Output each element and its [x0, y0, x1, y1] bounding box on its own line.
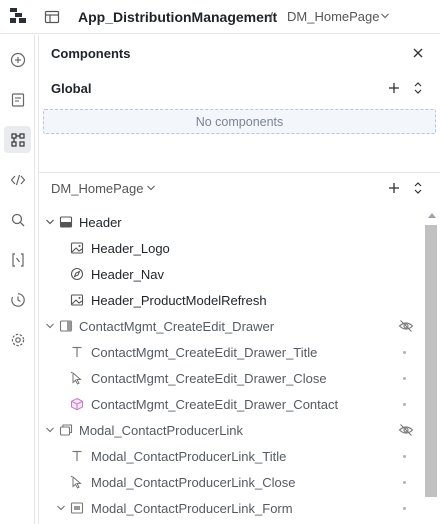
- tree-item-modal-close[interactable]: Modal_ContactProducerLink_Close: [39, 469, 423, 495]
- chevron-down-icon[interactable]: [146, 183, 156, 193]
- add-global-icon[interactable]: [388, 82, 400, 94]
- section-divider: [39, 172, 440, 173]
- app-logo-icon[interactable]: [9, 7, 27, 25]
- tree-item-header-productmodelrefresh[interactable]: Header_ProductModelRefresh: [39, 287, 423, 313]
- scrollbar-thumb[interactable]: [425, 225, 437, 497]
- text-icon: [72, 450, 82, 461]
- add-component-icon[interactable]: [388, 182, 400, 194]
- components-tree-icon[interactable]: [4, 126, 31, 153]
- tree-item-drawer-contact[interactable]: ContactMgmt_CreateEdit_Drawer_Contact: [39, 391, 423, 417]
- tree-item-label: Header_ProductModelRefresh: [91, 293, 267, 308]
- tree-item-label: Header: [79, 215, 122, 230]
- tree-item-label: ContactMgmt_CreateEdit_Drawer_Close: [91, 371, 327, 386]
- tree-item-header-nav[interactable]: Header_Nav: [39, 261, 423, 287]
- sort-icon[interactable]: [413, 181, 423, 195]
- chevron-down-icon[interactable]: [45, 217, 55, 227]
- page-selector[interactable]: DM_HomePage: [51, 181, 144, 196]
- tree-item-contactmgmt-drawer[interactable]: ContactMgmt_CreateEdit_Drawer: [39, 313, 423, 339]
- sort-icon[interactable]: [413, 81, 423, 95]
- header-icon: [59, 216, 73, 228]
- image-icon: [70, 242, 84, 254]
- chevron-down-icon[interactable]: [56, 503, 66, 513]
- variables-icon[interactable]: [4, 246, 31, 273]
- form-icon: [70, 502, 84, 514]
- chevron-down-icon[interactable]: [380, 11, 390, 21]
- eye-off-icon[interactable]: [398, 319, 414, 333]
- tree-item-label: Modal_ContactProducerLink_Close: [91, 475, 296, 490]
- breadcrumb-separator: /: [269, 9, 273, 25]
- text-icon: [72, 346, 82, 357]
- drawer-icon: [59, 320, 73, 332]
- history-icon[interactable]: [4, 286, 31, 313]
- modal-icon: [59, 424, 73, 436]
- tree-item-label: Modal_ContactProducerLink: [79, 423, 244, 438]
- settings-icon[interactable]: [4, 326, 31, 353]
- empty-text: No components: [195, 114, 284, 129]
- add-circle-icon[interactable]: [4, 46, 31, 73]
- tree-item-header-logo[interactable]: Header_Logo: [39, 235, 423, 261]
- page-name[interactable]: DM_HomePage: [287, 9, 380, 24]
- tree-item-label: ContactMgmt_CreateEdit_Drawer_Contact: [91, 397, 339, 412]
- tree-item-label: Header_Logo: [91, 241, 170, 256]
- tree-item-modal-title[interactable]: Modal_ContactProducerLink_Title: [39, 443, 423, 469]
- more-dot-icon[interactable]: [403, 507, 406, 510]
- components-panel: Components Global No components DM_HomeP…: [38, 35, 440, 524]
- image-icon: [70, 294, 84, 306]
- global-empty-state: No components: [43, 109, 436, 134]
- more-dot-icon[interactable]: [403, 455, 406, 458]
- chevron-down-icon[interactable]: [45, 425, 55, 435]
- top-bar: App_DistributionManagement / DM_HomePage: [0, 0, 440, 34]
- more-dot-icon[interactable]: [403, 351, 406, 354]
- side-rail: [0, 35, 35, 524]
- compass-icon: [70, 267, 84, 281]
- more-dot-icon[interactable]: [403, 377, 406, 380]
- more-dot-icon[interactable]: [403, 403, 406, 406]
- layout-icon[interactable]: [44, 9, 60, 25]
- tree-item-label: ContactMgmt_CreateEdit_Drawer: [79, 319, 275, 334]
- tree-item-modal-contactproducerlink[interactable]: Modal_ContactProducerLink: [39, 417, 423, 443]
- code-icon[interactable]: [4, 166, 31, 193]
- search-icon[interactable]: [4, 206, 31, 233]
- global-section-title: Global: [51, 81, 92, 96]
- tree-item-label: Header_Nav: [91, 267, 164, 282]
- eye-off-icon[interactable]: [398, 423, 414, 437]
- tree-item-label: Modal_ContactProducerLink_Form: [91, 501, 293, 516]
- tree-item-header[interactable]: Header: [39, 209, 423, 235]
- pointer-icon: [70, 475, 82, 489]
- tree-item-label: Modal_ContactProducerLink_Title: [91, 449, 287, 464]
- tree-item-drawer-close[interactable]: ContactMgmt_CreateEdit_Drawer_Close: [39, 365, 423, 391]
- pointer-icon: [70, 371, 82, 385]
- tree-scrollbar[interactable]: [425, 209, 437, 524]
- cube-icon: [71, 397, 83, 411]
- tree-item-label: ContactMgmt_CreateEdit_Drawer_Title: [91, 345, 318, 360]
- app-name[interactable]: App_DistributionManagement: [78, 9, 277, 25]
- tree-item-modal-form[interactable]: Modal_ContactProducerLink_Form: [39, 495, 423, 521]
- more-dot-icon[interactable]: [403, 481, 406, 484]
- scroll-up-arrow-icon[interactable]: [428, 213, 436, 218]
- chevron-down-icon[interactable]: [45, 321, 55, 331]
- tree-item-drawer-title[interactable]: ContactMgmt_CreateEdit_Drawer_Title: [39, 339, 423, 365]
- document-icon[interactable]: [4, 86, 31, 113]
- panel-title: Components: [51, 46, 131, 61]
- close-icon[interactable]: [411, 46, 425, 60]
